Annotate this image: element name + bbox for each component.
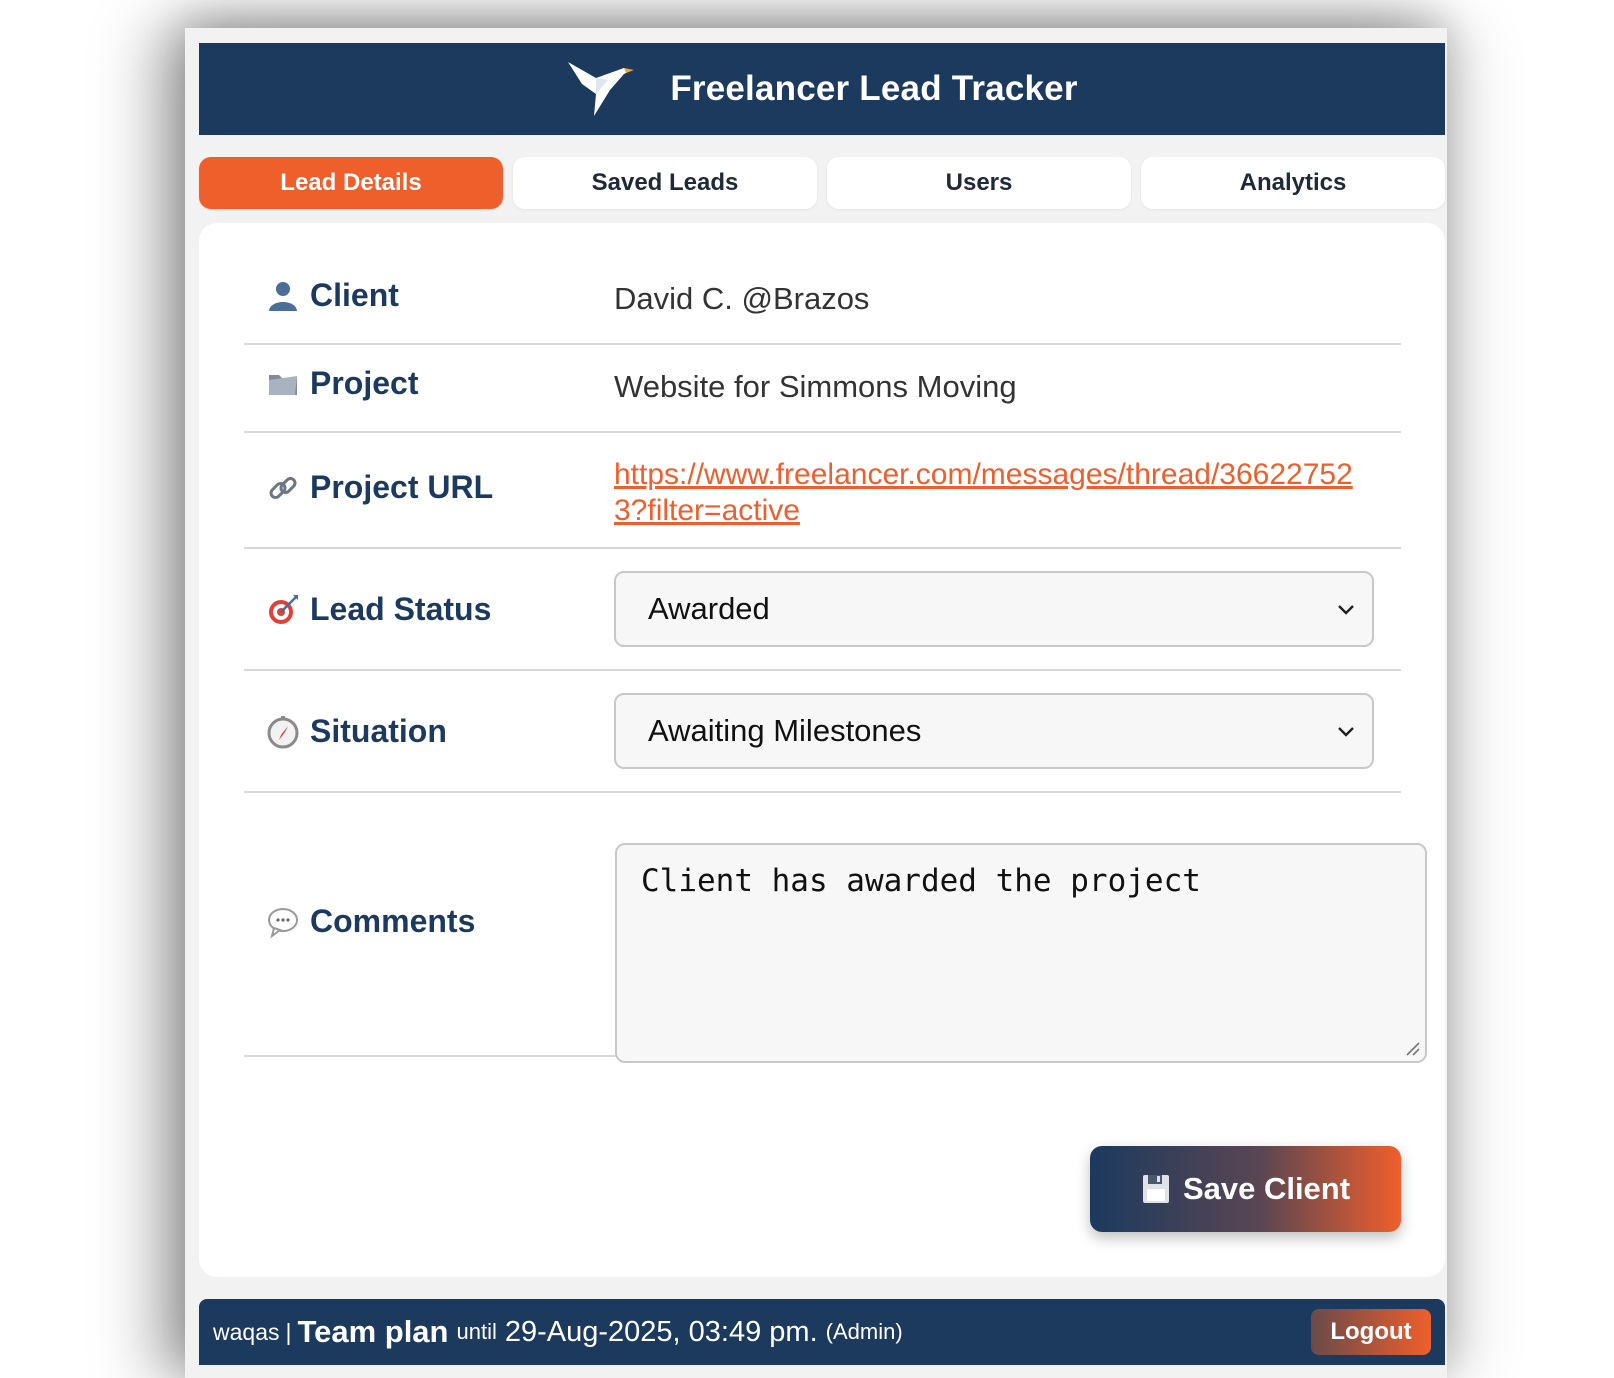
save-client-label: Save Client <box>1182 1171 1351 1206</box>
lead-status-selected-value: Awarded <box>648 591 770 626</box>
logout-button[interactable]: Logout <box>1311 1309 1431 1355</box>
compass-icon <box>267 715 299 748</box>
comments-label: Comments <box>310 903 476 939</box>
status-footer: waqas | Team plan until 29-Aug-2025, 03:… <box>199 1299 1445 1365</box>
resize-handle-icon[interactable] <box>1403 1039 1421 1057</box>
app-title: Freelancer Lead Tracker <box>670 69 1078 108</box>
client-row: Client David C. @Brazos <box>244 253 1401 345</box>
save-client-button[interactable]: Save Client <box>1090 1146 1401 1232</box>
bird-logo-icon <box>568 62 635 116</box>
project-url-label-group: Project URL <box>266 469 493 506</box>
app-header: Freelancer Lead Tracker <box>199 43 1445 135</box>
main-tabs: Lead Details Saved Leads Users Analytics <box>199 157 1445 209</box>
lead-status-select[interactable]: Awarded <box>614 571 1374 647</box>
lead-details-card: Client David C. @Brazos Project Website … <box>199 223 1445 1277</box>
lead-status-label: Lead Status <box>310 591 492 627</box>
tab-lead-details[interactable]: Lead Details <box>199 157 503 209</box>
account-info: waqas | Team plan until 29-Aug-2025, 03:… <box>213 1299 903 1365</box>
user-icon <box>269 281 297 311</box>
lead-status-label-group: Lead Status <box>266 591 491 628</box>
link-icon <box>269 476 297 499</box>
floppy-disk-icon <box>1142 1175 1169 1203</box>
client-label: Client <box>310 277 399 313</box>
project-url-row: Project URL https://www.freelancer.com/m… <box>244 433 1401 549</box>
client-label-group: Client <box>266 277 399 314</box>
project-label-group: Project <box>266 365 418 402</box>
tab-saved-leads[interactable]: Saved Leads <box>513 157 817 209</box>
project-url-label: Project URL <box>310 469 494 505</box>
project-row: Project Website for Simmons Moving <box>244 345 1401 433</box>
folder-icon <box>269 374 297 395</box>
situation-label: Situation <box>310 713 447 749</box>
situation-selected-value: Awaiting Milestones <box>648 713 922 748</box>
chevron-down-icon <box>1338 727 1354 737</box>
speech-bubble-icon <box>268 907 298 938</box>
username: waqas <box>213 1318 280 1345</box>
situation-row: Situation Awaiting Milestones <box>244 671 1401 793</box>
comments-text: Client has awarded the project <box>641 863 1201 899</box>
situation-select[interactable]: Awaiting Milestones <box>614 693 1374 769</box>
until-label: until <box>456 1319 497 1344</box>
footer-separator: | <box>285 1318 292 1345</box>
tab-users[interactable]: Users <box>827 157 1131 209</box>
plan-name: Team plan <box>297 1314 449 1349</box>
plan-expiry: 29-Aug-2025, 03:49 pm. <box>504 1315 818 1348</box>
project-label: Project <box>310 365 419 401</box>
comments-textarea[interactable]: Client has awarded the project <box>615 843 1427 1063</box>
project-url-link[interactable]: https://www.freelancer.com/messages/thre… <box>614 457 1384 529</box>
brand: Freelancer Lead Tracker <box>566 58 1077 120</box>
comments-label-group: Comments <box>266 903 475 940</box>
project-value: Website for Simmons Moving <box>614 369 1017 404</box>
client-value: David C. @Brazos <box>614 281 870 316</box>
user-role: (Admin) <box>825 1319 903 1344</box>
situation-label-group: Situation <box>266 713 447 750</box>
lead-status-row: Lead Status Awarded <box>244 549 1401 671</box>
target-icon <box>269 594 298 624</box>
tab-analytics[interactable]: Analytics <box>1141 157 1445 209</box>
chevron-down-icon <box>1338 605 1354 615</box>
